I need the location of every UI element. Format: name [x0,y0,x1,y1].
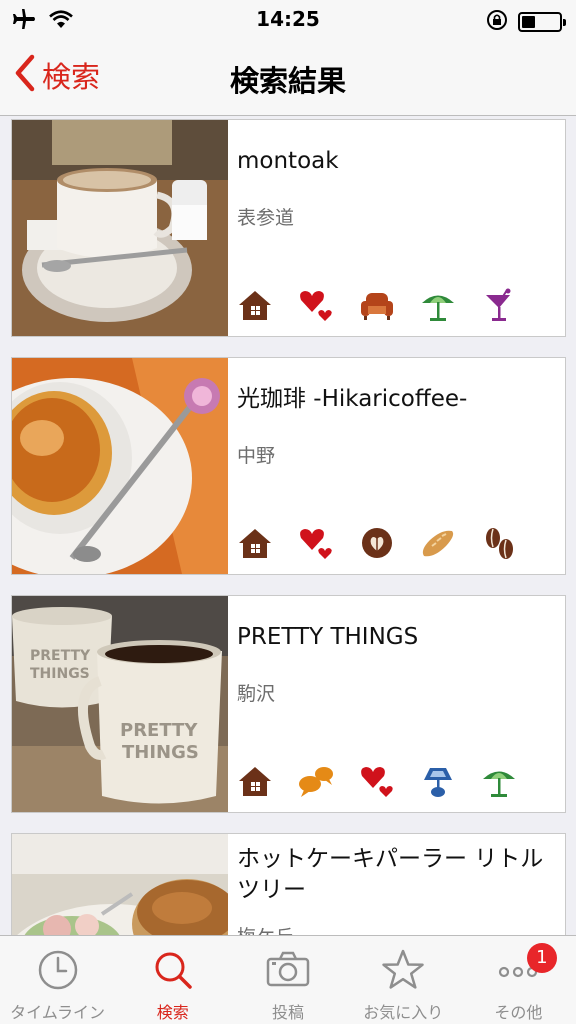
latte-art-icon [359,526,395,560]
parasol-icon [420,288,456,322]
result-photo [12,120,228,336]
battery-level [522,16,535,28]
result-card[interactable]: montoak 表参道 [11,119,566,337]
result-info: 光珈琲 -Hikaricoffee- 中野 [237,358,557,574]
tab-label: 検索 [156,1003,189,1022]
result-card[interactable]: PRETTY THINGS PRETTY THINGS PRETTY THING… [11,595,566,813]
shop-name: PRETTY THINGS [237,624,419,650]
tab-post[interactable]: 投稿 [230,936,345,1024]
feature-icons [237,526,517,560]
result-photo [12,358,228,574]
status-bar: 14:25 [0,0,576,40]
search-icon [151,948,195,992]
tab-bar: タイムライン 検索 投稿 お気に入り 1 その他 [0,935,576,1024]
feature-icons [237,288,517,322]
navigation-bar: 検索 検索結果 [0,40,576,116]
coffee-beans-icon [481,526,517,560]
result-photo [12,834,228,935]
result-card[interactable]: ホットケーキパーラー リトルツリー 梅ケ丘 [11,833,566,935]
tab-label: お気に入り [363,1003,444,1022]
hearts-icon [298,288,334,322]
result-info: ホットケーキパーラー リトルツリー 梅ケ丘 [237,834,557,935]
hearts-icon [298,526,334,560]
house-icon [237,526,273,560]
shop-name: ホットケーキパーラー リトルツリー [237,846,544,903]
shop-area: 梅ケ丘 [237,922,557,935]
bread-icon [420,526,456,560]
speech-bubbles-icon [298,764,334,798]
shop-area: 表参道 [237,207,295,229]
tab-search[interactable]: 検索 [115,936,230,1024]
house-icon [237,288,273,322]
tab-more[interactable]: 1 その他 [461,936,576,1024]
result-photo: PRETTY THINGS PRETTY THINGS [12,596,228,812]
clock-icon [36,948,80,992]
hearts-icon [359,764,395,798]
camera-icon [266,948,310,992]
page-title: 検索結果 [229,64,346,98]
tab-timeline[interactable]: タイムライン [0,936,115,1024]
tab-label: 投稿 [272,1003,305,1022]
shop-name: montoak [237,148,339,174]
star-icon [381,948,425,992]
shop-area: 駒沢 [237,683,276,705]
result-info: PRETTY THINGS 駒沢 [237,596,557,812]
result-card[interactable]: 光珈琲 -Hikaricoffee- 中野 [11,357,566,575]
result-info: montoak 表参道 [237,120,557,336]
parasol-icon [481,764,517,798]
tab-label: タイムライン [10,1003,106,1022]
tab-label: その他 [494,1003,543,1022]
sofa-icon [359,288,395,322]
svg-text:PRETTY: PRETTY [120,720,198,741]
shop-area: 中野 [237,445,276,467]
rotation-lock-icon [486,9,508,35]
notification-badge: 1 [526,943,557,973]
cocktail-icon [481,288,517,322]
house-icon [237,764,273,798]
feature-icons [237,764,517,798]
battery-icon [518,12,566,32]
tab-favorites[interactable]: お気に入り [346,936,461,1024]
shop-name: 光珈琲 -Hikaricoffee- [237,386,468,412]
svg-text:PRETTY: PRETTY [30,648,91,664]
svg-text:THINGS: THINGS [30,666,90,682]
results-list[interactable]: montoak 表参道 光珈琲 -Hikaricoffee- 中野 PRETTY… [0,117,576,935]
lamp-icon [420,764,456,798]
svg-text:THINGS: THINGS [122,742,199,763]
status-right [486,9,566,35]
